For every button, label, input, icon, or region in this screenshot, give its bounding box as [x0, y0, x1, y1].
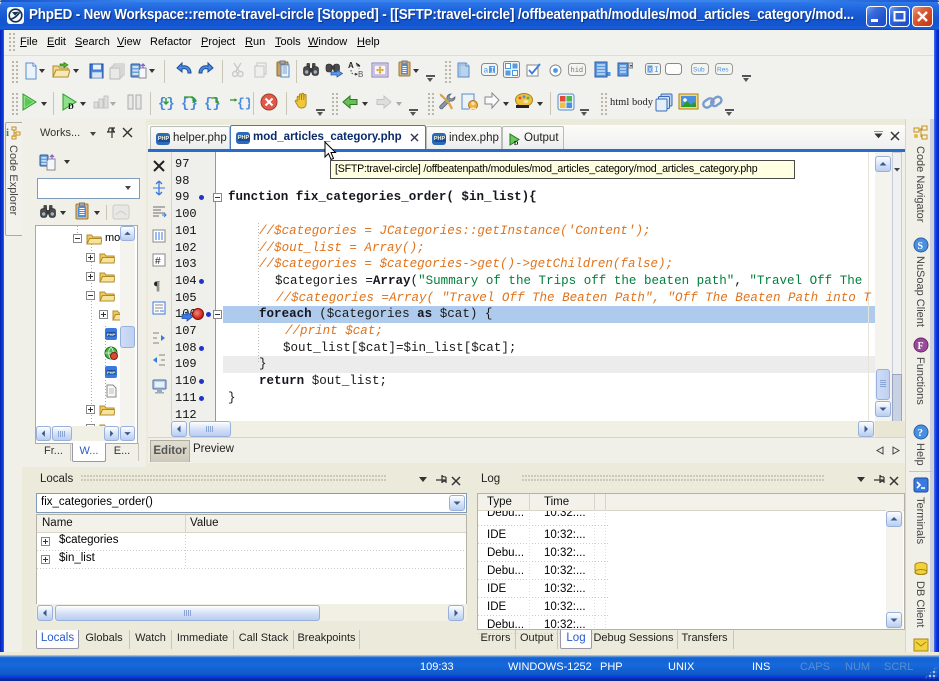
svg-text:D: D: [68, 102, 74, 111]
svg-text:hid: hid: [571, 67, 584, 75]
svg-text:x: x: [648, 67, 652, 75]
svg-text:S: S: [918, 241, 924, 252]
svg-text:PHP: PHP: [107, 332, 116, 337]
svg-text:Res: Res: [717, 67, 729, 74]
svg-text:D: D: [514, 141, 519, 146]
svg-text:¶: ¶: [154, 278, 160, 293]
svg-text:a: a: [484, 67, 489, 76]
svg-text:{}: {}: [237, 96, 250, 111]
svg-text:#: #: [155, 256, 161, 267]
svg-text:PHP: PHP: [107, 370, 116, 375]
svg-text:F: F: [918, 341, 924, 352]
svg-text:{}: {}: [181, 96, 198, 111]
svg-text:i: i: [6, 127, 9, 139]
svg-text:A: A: [348, 61, 354, 70]
svg-text:B: B: [358, 70, 363, 79]
svg-text:Sub: Sub: [693, 67, 705, 74]
svg-text:?: ?: [918, 427, 924, 439]
svg-text:I: I: [654, 66, 659, 75]
svg-text:I: I: [490, 67, 495, 76]
